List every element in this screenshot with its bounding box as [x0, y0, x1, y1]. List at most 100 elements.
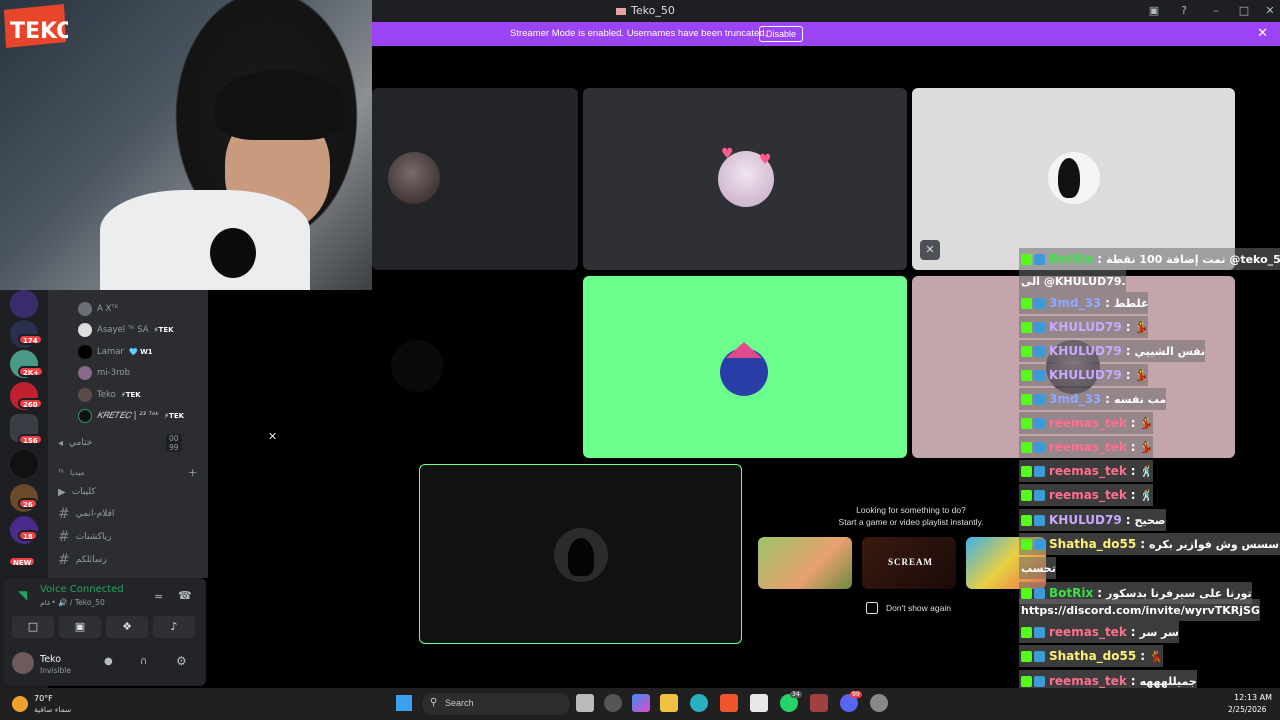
dont-show-again-checkbox[interactable]	[866, 602, 878, 614]
chat-separator: :	[1130, 440, 1136, 454]
chat-separator: :	[1140, 649, 1146, 663]
add-channel-icon[interactable]: +	[188, 466, 197, 479]
voice-channel-row[interactable]: ◂ ختامي 00 99	[58, 434, 182, 452]
chat-text: غلطط	[1113, 296, 1149, 310]
app-icon[interactable]	[870, 694, 888, 712]
participant-tile-5[interactable]	[583, 276, 907, 458]
chat-username[interactable]: 3md_33	[1049, 296, 1101, 310]
chat-username[interactable]: reemas_tek	[1049, 464, 1127, 478]
participant-tile-1[interactable]	[372, 88, 578, 270]
chat-username[interactable]: KHULUD79	[1049, 344, 1122, 358]
chat-username[interactable]: reemas_tek	[1049, 416, 1127, 430]
noise-suppression-icon[interactable]: ≈	[154, 590, 163, 603]
maximize-button[interactable]: □	[1236, 3, 1252, 19]
chat-message: Shatha_do55:ريماسسس وش فوازير بكره	[1019, 533, 1280, 555]
chat-username[interactable]: KHULUD79	[1049, 320, 1122, 334]
soundboard-button[interactable]: ♪	[153, 616, 195, 638]
server-icon[interactable]	[10, 450, 38, 478]
chat-username[interactable]: Shatha_do55	[1049, 649, 1136, 663]
server-icon[interactable]	[10, 290, 38, 318]
svg-text:TEKO: TEKO	[10, 19, 68, 44]
voice-member[interactable]: A Xᵀᴷ	[78, 300, 118, 318]
inbox-icon[interactable]: ▣	[1146, 3, 1162, 19]
channel-row[interactable]: # افلام-انمي	[58, 505, 114, 523]
screen-share-button[interactable]: ▣	[59, 616, 101, 638]
channel-row[interactable]: # رسائلكم	[58, 551, 107, 569]
chat-username[interactable]: 3md_33	[1049, 392, 1101, 406]
kick-badge-icon	[1021, 369, 1032, 381]
chat-username[interactable]: reemas_tek	[1049, 674, 1127, 688]
close-icon[interactable]: ✕	[1257, 26, 1268, 41]
copilot-icon[interactable]	[632, 694, 650, 712]
disconnect-icon[interactable]: ☎	[178, 589, 192, 602]
participant-tile-2[interactable]: ♥ ♥	[583, 88, 907, 270]
app-icon[interactable]	[604, 694, 622, 712]
minimize-button[interactable]: –	[1208, 3, 1224, 19]
chat-text: تحسب	[1021, 561, 1056, 575]
participant-avatar	[720, 342, 768, 396]
taskbar-search[interactable]: ⚲ Search	[422, 693, 570, 715]
weather-temperature[interactable]: 70°F	[34, 694, 53, 703]
file-explorer-icon[interactable]	[660, 694, 678, 712]
camera-off-button[interactable]: □	[12, 616, 54, 638]
kick-badge-icon	[1021, 587, 1032, 599]
streamer-mode-banner: Streamer Mode is enabled. Usernames have…	[372, 22, 1280, 46]
settings-icon[interactable]: ⚙	[176, 654, 187, 668]
participant-tile-7[interactable]	[419, 464, 742, 644]
clock-time[interactable]: 12:13 AM	[1234, 693, 1272, 702]
store-icon[interactable]	[750, 694, 768, 712]
microphone-icon[interactable]: ●	[104, 656, 113, 667]
chat-message: KHULUD79: صحيح	[1019, 509, 1166, 531]
role-badge-icon	[1034, 514, 1045, 526]
chat-message: BotRix:تمت إضافة 100 نقطة @teko_50	[1019, 248, 1280, 270]
headphones-icon[interactable]: ∩	[140, 656, 147, 667]
voice-member[interactable]: 𝐾𝑅𝐸𝑇𝐸𝐶 | ²³ ᵀᵉᵏ ⚡TEK	[78, 407, 184, 425]
game-icon[interactable]	[810, 694, 828, 712]
chat-username[interactable]: KHULUD79	[1049, 513, 1122, 527]
avatar	[78, 409, 92, 423]
flag-icon	[616, 7, 626, 15]
start-button[interactable]	[396, 695, 412, 711]
participant-avatar	[554, 528, 608, 582]
activity-card-2[interactable]: SCREAM	[862, 537, 956, 589]
chat-username[interactable]: BotRix	[1049, 586, 1093, 600]
task-view-icon[interactable]	[576, 694, 594, 712]
voice-member[interactable]: Lamar 🩵 W1	[78, 343, 153, 361]
role-badge-icon	[1034, 441, 1045, 453]
channel-row[interactable]: ▶ كليبات	[58, 483, 96, 501]
activity-card-1[interactable]	[758, 537, 852, 589]
activities-button[interactable]: ❖	[106, 616, 148, 638]
voice-member[interactable]: mi-3rob	[78, 364, 130, 382]
user-count: 00 99	[166, 434, 182, 452]
disable-streamer-mode-button[interactable]: Disable	[759, 26, 803, 42]
channel-name: كليبات	[71, 487, 96, 497]
brave-icon[interactable]	[720, 694, 738, 712]
chat-username[interactable]: KHULUD79	[1049, 368, 1122, 382]
chat-username[interactable]: Shatha_do55	[1049, 537, 1136, 551]
channel-row[interactable]: # رياكشنات	[58, 528, 112, 546]
chat-separator: :	[1125, 368, 1131, 382]
close-button[interactable]: ✕	[1262, 3, 1278, 19]
role-badge-icon	[1034, 587, 1045, 599]
participant-tile-4[interactable]: ✕	[256, 276, 578, 458]
unread-badge: 174	[18, 334, 43, 345]
participant-avatar	[391, 340, 443, 392]
voice-member[interactable]: Asayel ᵀᴷ SA ⚡TEK	[78, 321, 174, 339]
user-avatar[interactable]	[12, 652, 34, 674]
help-icon[interactable]: ?	[1176, 3, 1192, 19]
chat-separator: :	[1125, 513, 1131, 527]
voice-connected-label[interactable]: Voice Connected	[40, 584, 124, 595]
category-header[interactable]: ᵀᴷ ميديا +	[58, 463, 197, 481]
edge-icon[interactable]	[690, 694, 708, 712]
member-name: Lamar	[97, 347, 124, 357]
chat-separator: :	[1130, 464, 1136, 478]
chat-username[interactable]: BotRix	[1049, 252, 1093, 266]
stream-chat-overlay: BotRix:تمت إضافة 100 نقطة @teko_50الى @K…	[1019, 238, 1280, 718]
avatar	[78, 323, 92, 337]
activity-line-2: Start a game or video playlist instantly…	[838, 517, 984, 527]
chat-username[interactable]: reemas_tek	[1049, 440, 1127, 454]
voice-member[interactable]: Teko ⚡TEK	[78, 386, 141, 404]
chat-username[interactable]: reemas_tek	[1049, 625, 1127, 639]
chat-username[interactable]: reemas_tek	[1049, 488, 1127, 502]
webcam-overlay: TEKO	[0, 0, 372, 290]
